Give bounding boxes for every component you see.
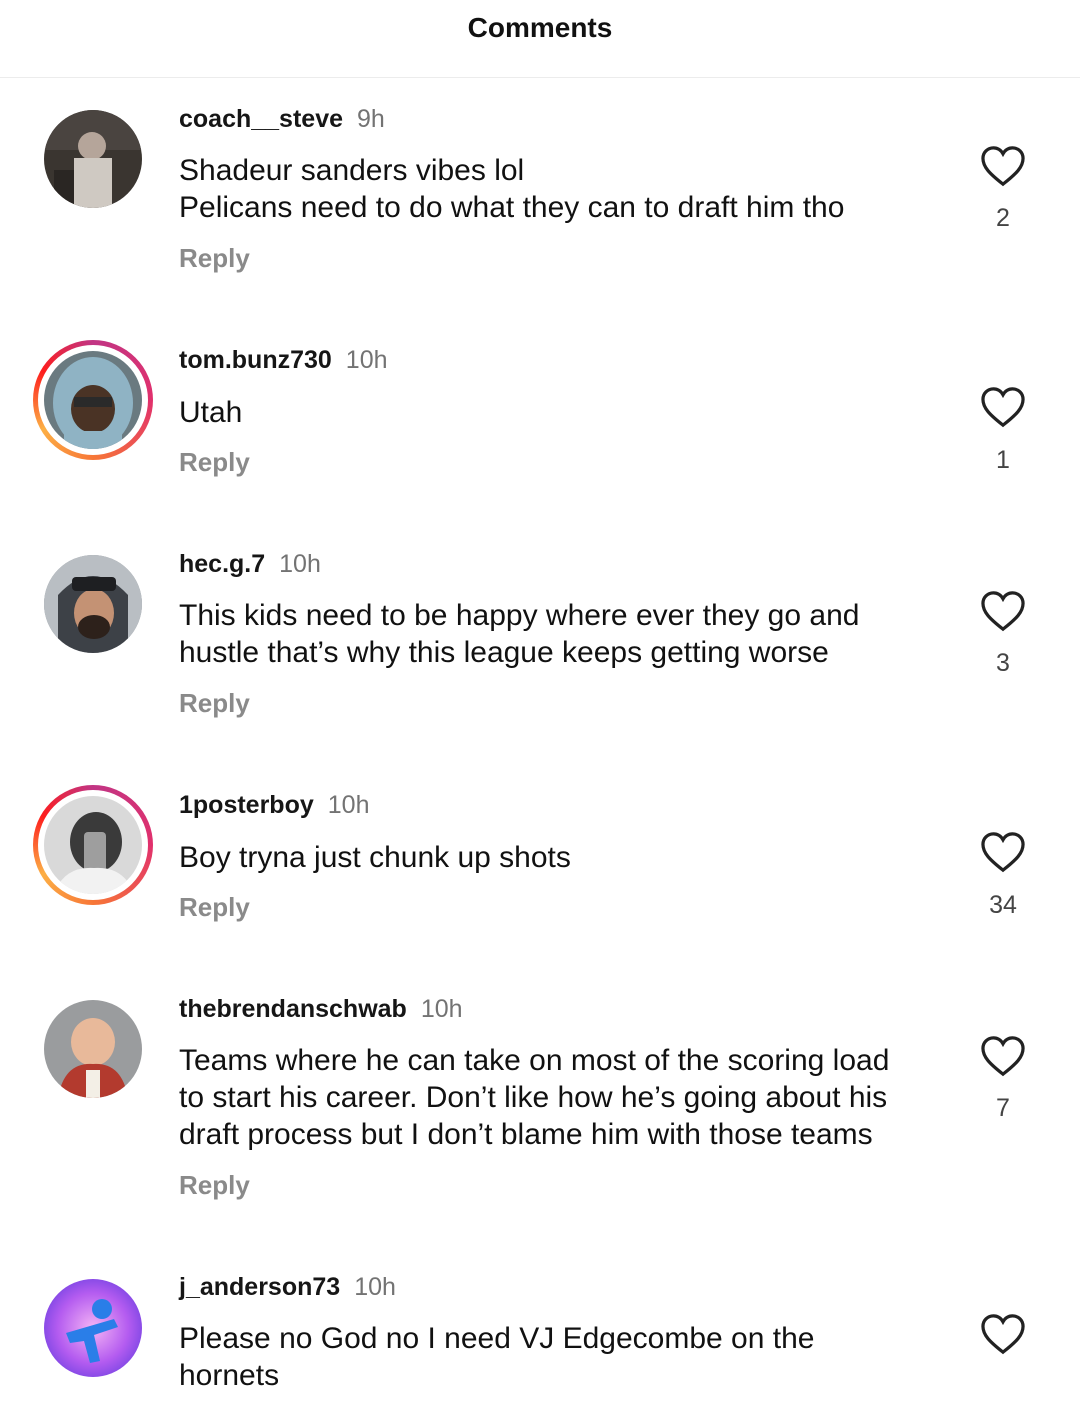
comment-username[interactable]: thebrendanschwab	[179, 995, 407, 1023]
comment-timestamp: 10h	[354, 1273, 396, 1301]
comment-username[interactable]: 1posterboy	[179, 791, 314, 819]
reply-button[interactable]: Reply	[179, 688, 250, 719]
heart-outline-icon[interactable]	[980, 1035, 1026, 1077]
avatar[interactable]	[44, 110, 142, 208]
comment-timestamp: 10h	[279, 550, 321, 578]
page-title: Comments	[467, 12, 613, 43]
avatar[interactable]	[44, 555, 142, 653]
comment-timestamp: 10h	[345, 346, 388, 374]
heart-outline-icon[interactable]	[980, 831, 1026, 873]
avatar[interactable]	[44, 1000, 142, 1098]
comments-header: Comments	[0, 0, 1080, 78]
avatar-story-ring[interactable]	[33, 340, 153, 460]
comment-timestamp: 9h	[357, 105, 385, 133]
comment-text: Utah	[179, 396, 243, 429]
avatar	[44, 351, 142, 449]
heart-outline-icon[interactable]	[980, 590, 1026, 632]
comment-text: Please no God no I need VJ Edgecombe on …	[179, 1322, 815, 1392]
reply-button[interactable]: Reply	[179, 243, 250, 274]
like-count: 34	[989, 891, 1017, 919]
avatar-story-ring[interactable]	[33, 785, 153, 905]
comment-timestamp: 10h	[327, 791, 370, 819]
comment-username[interactable]: j_anderson73	[179, 1273, 340, 1301]
comment-timestamp: 10h	[420, 995, 463, 1023]
reply-button[interactable]: Reply	[179, 1170, 250, 1201]
like-count: 7	[996, 1094, 1010, 1122]
comment-text: This kids need to be happy where ever th…	[179, 599, 860, 669]
heart-outline-icon[interactable]	[980, 145, 1026, 187]
heart-outline-icon[interactable]	[980, 386, 1026, 428]
like-count: 1	[996, 446, 1010, 474]
like-count: 2	[996, 204, 1010, 232]
reply-button[interactable]: Reply	[179, 447, 250, 478]
avatar	[44, 796, 142, 894]
comment-username[interactable]: tom.bunz730	[179, 346, 332, 374]
comment-text: Boy tryna just chunk up shots	[179, 841, 571, 874]
comment-username[interactable]: coach__steve	[179, 105, 343, 133]
comment-text: Shadeur sanders vibes lol Pelicans need …	[179, 154, 845, 224]
comment-username[interactable]: hec.g.7	[179, 550, 265, 578]
like-count: 3	[996, 649, 1010, 677]
comment-text: Teams where he can take on most of the s…	[179, 1044, 890, 1151]
reply-button[interactable]: Reply	[179, 892, 250, 923]
heart-outline-icon[interactable]	[980, 1313, 1026, 1355]
avatar[interactable]	[44, 1279, 142, 1377]
